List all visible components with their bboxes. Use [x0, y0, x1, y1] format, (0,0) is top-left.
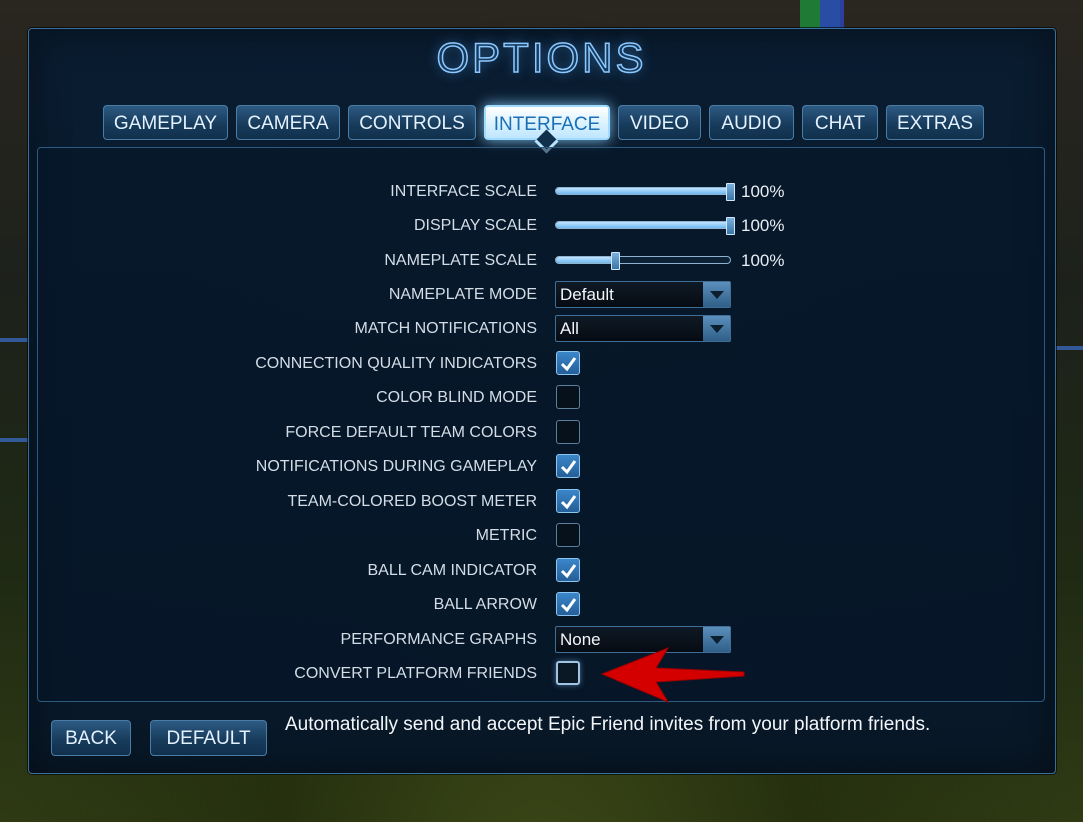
select-value: Default — [560, 285, 614, 304]
background-scene-block — [820, 0, 844, 28]
tab-audio[interactable]: AUDIO — [709, 105, 794, 140]
setting-row-ball-cam-indicator: BALL CAM INDICATOR — [0, 555, 1083, 587]
back-button[interactable]: BACK — [51, 720, 131, 756]
metric-checkbox[interactable] — [556, 523, 580, 547]
display-scale-slider[interactable] — [555, 217, 735, 235]
setting-description: Automatically send and accept Epic Frien… — [285, 714, 931, 735]
slider-value: 100% — [741, 216, 785, 235]
setting-row-match-notifications: MATCH NOTIFICATIONS All — [0, 313, 1083, 345]
team-colored-boost-meter-checkbox[interactable] — [556, 489, 580, 513]
setting-label: DISPLAY SCALE — [413, 217, 537, 234]
ball-cam-indicator-checkbox[interactable] — [556, 558, 580, 582]
setting-label: NAMEPLATE MODE — [388, 286, 537, 303]
setting-row-convert-platform-friends: CONVERT PLATFORM FRIENDS — [0, 658, 1083, 690]
slider-fill — [556, 188, 730, 194]
force-default-team-colors-checkbox[interactable] — [556, 420, 580, 444]
setting-row-force-default-team-colors: FORCE DEFAULT TEAM COLORS — [0, 417, 1083, 449]
tab-bar: GAMEPLAY CAMERA CONTROLS INTERFACE VIDEO… — [0, 105, 1083, 154]
setting-label: FORCE DEFAULT TEAM COLORS — [285, 424, 537, 441]
setting-row-nameplate-scale: NAMEPLATE SCALE 100% — [0, 245, 1083, 277]
red-arrow-icon — [600, 646, 745, 704]
tab-interface[interactable]: INTERFACE — [484, 105, 610, 154]
nameplate-scale-slider[interactable] — [555, 252, 731, 270]
color-blind-mode-checkbox[interactable] — [556, 385, 580, 409]
tab-gameplay[interactable]: GAMEPLAY — [103, 105, 228, 140]
page-title: OPTIONS — [436, 33, 647, 82]
setting-label: NAMEPLATE SCALE — [384, 252, 537, 269]
setting-label: MATCH NOTIFICATIONS — [354, 320, 537, 337]
setting-row-ball-arrow: BALL ARROW — [0, 589, 1083, 621]
notifications-during-gameplay-checkbox[interactable] — [556, 454, 580, 478]
check-icon — [560, 495, 577, 510]
slider-fill — [556, 222, 730, 228]
chevron-down-icon[interactable] — [703, 316, 730, 341]
setting-label: INTERFACE SCALE — [390, 183, 537, 200]
tab-video[interactable]: VIDEO — [618, 105, 701, 140]
setting-row-connection-quality-indicators: CONNECTION QUALITY INDICATORS — [0, 348, 1083, 380]
setting-row-color-blind-mode: COLOR BLIND MODE — [0, 382, 1083, 414]
interface-scale-slider[interactable] — [555, 183, 735, 201]
setting-label: CONVERT PLATFORM FRIENDS — [294, 665, 537, 682]
setting-label: BALL ARROW — [433, 596, 537, 613]
setting-label: NOTIFICATIONS DURING GAMEPLAY — [255, 458, 537, 475]
check-icon — [560, 460, 577, 475]
setting-label: TEAM-COLORED BOOST METER — [287, 493, 537, 510]
tab-camera[interactable]: CAMERA — [236, 105, 340, 140]
tab-controls[interactable]: CONTROLS — [348, 105, 476, 140]
slider-handle[interactable] — [611, 252, 621, 270]
slider-fill — [556, 257, 614, 263]
tab-extras[interactable]: EXTRAS — [886, 105, 984, 140]
setting-row-team-colored-boost-meter: TEAM-COLORED BOOST METER — [0, 486, 1083, 518]
setting-row-interface-scale: INTERFACE SCALE 100% — [0, 176, 1083, 208]
slider-value: 100% — [741, 182, 785, 201]
check-icon — [560, 598, 577, 613]
setting-label: COLOR BLIND MODE — [376, 389, 537, 406]
select-value: All — [560, 319, 579, 338]
setting-label: METRIC — [475, 527, 537, 544]
setting-row-notifications-during-gameplay: NOTIFICATIONS DURING GAMEPLAY — [0, 451, 1083, 483]
check-icon — [560, 357, 577, 372]
match-notifications-select[interactable]: All — [555, 315, 731, 342]
connection-quality-indicators-checkbox[interactable] — [556, 351, 580, 375]
slider-handle[interactable] — [726, 217, 735, 235]
setting-row-performance-graphs: PERFORMANCE GRAPHS None — [0, 624, 1083, 656]
setting-label: PERFORMANCE GRAPHS — [340, 631, 537, 648]
select-value: None — [560, 630, 601, 649]
check-icon — [560, 564, 577, 579]
setting-row-display-scale: DISPLAY SCALE 100% — [0, 210, 1083, 242]
setting-row-metric: METRIC — [0, 520, 1083, 552]
tab-chat[interactable]: CHAT — [802, 105, 878, 140]
setting-label: CONNECTION QUALITY INDICATORS — [255, 355, 537, 372]
slider-handle[interactable] — [726, 183, 735, 201]
setting-row-nameplate-mode: NAMEPLATE MODE Default — [0, 279, 1083, 311]
ball-arrow-checkbox[interactable] — [556, 592, 580, 616]
chevron-down-icon[interactable] — [703, 282, 730, 307]
nameplate-mode-select[interactable]: Default — [555, 281, 731, 308]
default-button[interactable]: DEFAULT — [150, 720, 267, 756]
slider-value: 100% — [741, 251, 785, 270]
convert-platform-friends-checkbox[interactable] — [556, 661, 580, 685]
setting-label: BALL CAM INDICATOR — [367, 562, 537, 579]
